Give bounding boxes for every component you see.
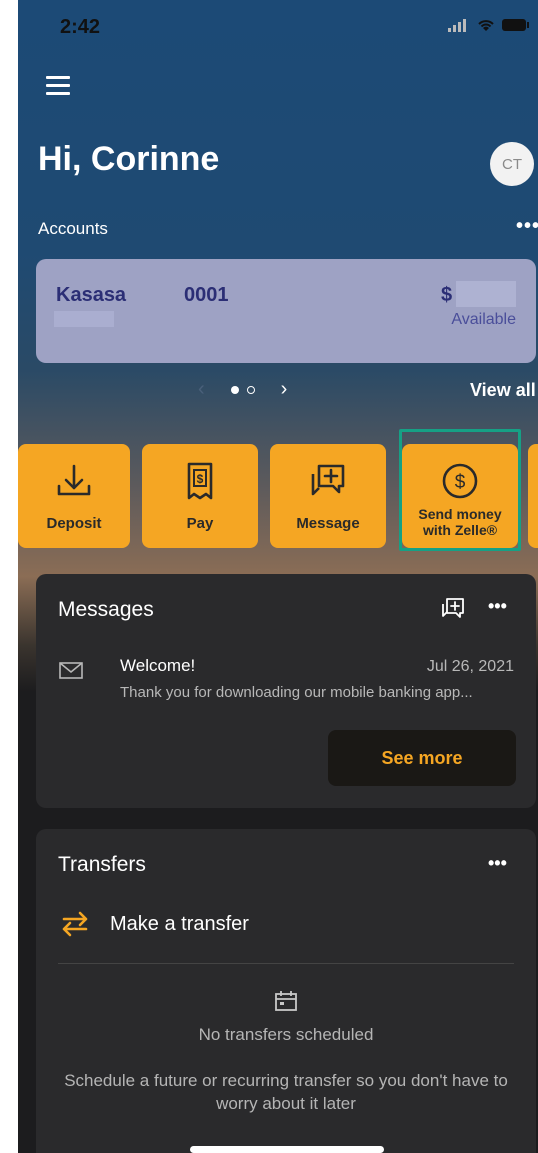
status-time: 2:42 xyxy=(60,16,101,38)
battery-icon xyxy=(502,19,529,31)
transfers-title: Transfers xyxy=(58,853,146,876)
account-card[interactable]: Kasasa 0001 $ Available xyxy=(36,259,536,363)
account-carousel-controls: ‹ › xyxy=(198,378,287,401)
home-indicator xyxy=(190,1146,384,1153)
message-title[interactable]: Welcome! xyxy=(120,656,195,676)
avatar[interactable]: CT xyxy=(490,142,534,186)
page-indicator xyxy=(230,385,255,394)
bill-pay-icon: $ xyxy=(187,462,213,500)
redacted-text xyxy=(54,311,114,327)
message-label: Message xyxy=(296,515,360,532)
signal-icon xyxy=(448,19,466,32)
see-more-button[interactable]: See more xyxy=(328,730,516,786)
message-button[interactable]: Message xyxy=(270,444,386,548)
accounts-label: Accounts xyxy=(38,219,108,238)
messages-title: Messages xyxy=(58,598,154,621)
pay-button[interactable]: $ Pay xyxy=(142,444,258,548)
account-name: Kasasa xyxy=(56,284,127,306)
status-icons xyxy=(448,18,530,32)
transfers-more-icon[interactable]: ••• xyxy=(488,853,507,874)
transfers-card: Transfers ••• Make a transfer No transfe… xyxy=(36,829,536,1153)
messages-more-icon[interactable]: ••• xyxy=(488,596,507,617)
pay-label: Pay xyxy=(186,515,214,532)
divider xyxy=(58,963,514,964)
messages-card: Messages ••• Welcome! Jul 26, 2021 Thank… xyxy=(36,574,536,808)
page-dot xyxy=(246,385,255,394)
deposit-icon xyxy=(57,464,91,496)
accounts-more-icon[interactable]: ••• xyxy=(516,215,538,238)
deposit-button[interactable]: Deposit xyxy=(18,444,130,548)
zelle-highlight-box xyxy=(399,429,521,551)
account-number: 0001 xyxy=(184,284,229,306)
chevron-right-icon[interactable]: › xyxy=(281,378,288,401)
message-preview[interactable]: Thank you for downloading our mobile ban… xyxy=(120,684,473,701)
redacted-balance xyxy=(456,281,516,307)
chevron-left-icon[interactable]: ‹ xyxy=(198,378,205,401)
wifi-icon xyxy=(478,20,494,31)
deposit-label: Deposit xyxy=(46,515,102,532)
available-label: Available xyxy=(451,311,516,328)
message-add-icon xyxy=(311,464,345,496)
make-transfer-link[interactable]: Make a transfer xyxy=(58,907,249,941)
menu-icon[interactable] xyxy=(46,76,70,96)
calendar-icon xyxy=(275,991,297,1011)
compose-message-icon[interactable] xyxy=(440,596,466,622)
more-actions-tile[interactable] xyxy=(528,444,538,548)
account-balance: $ xyxy=(441,284,453,306)
app-screen: 2:42 Hi, Corinne CT Accounts ••• Kasasa … xyxy=(18,0,538,1153)
greeting-title: Hi, Corinne xyxy=(38,140,220,178)
view-all-link[interactable]: View all xyxy=(470,380,536,401)
transfer-arrows-icon xyxy=(62,911,88,937)
empty-state-description: Schedule a future or recurring transfer … xyxy=(64,1071,508,1113)
empty-state-title: No transfers scheduled xyxy=(198,1025,374,1044)
svg-text:$: $ xyxy=(197,472,204,486)
page-dot-active xyxy=(230,385,239,394)
make-transfer-label: Make a transfer xyxy=(110,912,249,935)
envelope-icon xyxy=(59,662,83,679)
message-date: Jul 26, 2021 xyxy=(426,658,514,675)
